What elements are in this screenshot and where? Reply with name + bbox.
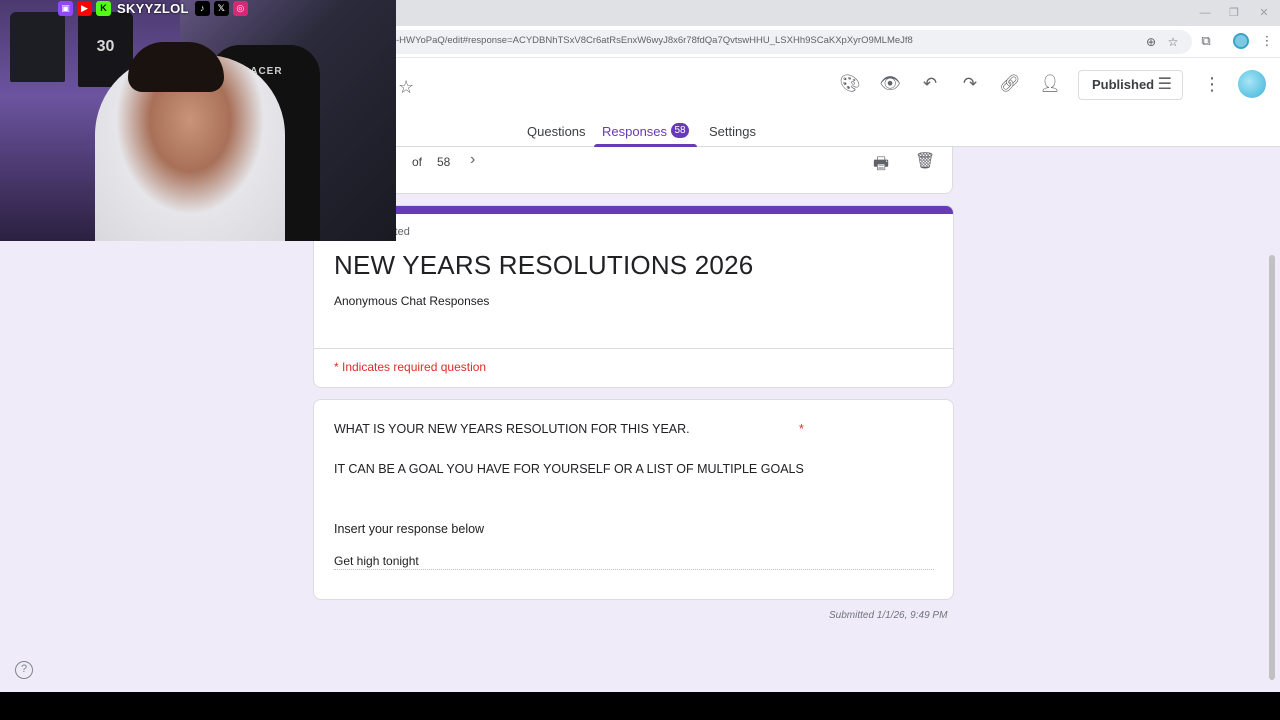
question-title: WHAT IS YOUR NEW YEARS RESOLUTION FOR TH… [334, 422, 690, 436]
x-icon: 𝕏 [213, 0, 229, 16]
form-title: NEW YEARS RESOLUTIONS 2026 [334, 250, 754, 280]
required-note: * Indicates required question [334, 360, 487, 374]
tune-icon: ☰ [1157, 76, 1172, 93]
divider [314, 348, 953, 349]
question-instruction: Insert your response below [334, 522, 485, 536]
scrollbar[interactable] [1269, 255, 1275, 680]
jersey-left [10, 12, 65, 82]
webcam-overlay: 30 S-RACER ▣ ▶ K SKYYZLOL ♪ 𝕏 ◎ [0, 0, 396, 241]
link-icon[interactable]: 🔗︎ [998, 72, 1022, 96]
answer-field: Get high tonight [334, 554, 934, 570]
instagram-icon: ◎ [232, 0, 248, 16]
published-button[interactable]: Published ☰ [1078, 70, 1183, 100]
title-accent-bar [314, 206, 953, 214]
url-text: -HWYoPaQ/edit#response=ACYDBNhTSxV8Cr6at… [396, 35, 913, 46]
tab-questions[interactable]: Questions [527, 124, 586, 139]
nav-total-count: 58 [437, 155, 451, 169]
question-card: WHAT IS YOUR NEW YEARS RESOLUTION FOR TH… [313, 399, 954, 600]
more-options-icon[interactable]: ⋮ [1203, 74, 1221, 95]
restore-icon[interactable]: ❐ [1224, 4, 1244, 22]
browser-menu-icon[interactable]: ⋮ [1257, 30, 1277, 52]
streamer-handle: SKYYZLOL [117, 0, 189, 16]
tab-settings[interactable]: Settings [709, 124, 756, 139]
responses-count-badge: 58 [671, 123, 689, 138]
submitted-timestamp: Submitted 1/1/26, 9:49 PM [829, 610, 948, 621]
preview-eye-icon[interactable]: 👁︎ [878, 72, 902, 96]
star-icon[interactable]: ☆ [398, 77, 414, 98]
youtube-icon: ▶ [77, 0, 92, 16]
undo-icon[interactable]: ↶ [918, 72, 942, 96]
kick-icon: K [96, 0, 111, 16]
form-description: Anonymous Chat Responses [334, 294, 490, 308]
tab-responses[interactable]: Responses [602, 124, 667, 139]
form-title-card: annot be edited NEW YEARS RESOLUTIONS 20… [313, 205, 954, 388]
close-icon[interactable]: ✕ [1254, 4, 1274, 22]
published-label: Published [1092, 77, 1155, 92]
print-icon[interactable]: 🖶 [873, 151, 889, 180]
add-collaborator-icon[interactable]: 👤︎ [1038, 72, 1062, 96]
chevron-right-icon[interactable]: › [470, 151, 475, 169]
required-asterisk: * [799, 422, 804, 436]
delete-icon[interactable]: 🗑︎ [915, 151, 935, 171]
minimize-icon[interactable]: — [1195, 4, 1215, 22]
avatar[interactable] [1238, 70, 1266, 98]
twitch-icon: ▣ [58, 0, 73, 16]
nav-of-label: of [412, 155, 423, 169]
bookmark-star-icon[interactable]: ☆ [1164, 33, 1182, 51]
question-subtitle: IT CAN BE A GOAL YOU HAVE FOR YOURSELF O… [334, 462, 804, 476]
bottom-black-bar [0, 692, 1280, 720]
browser-profile-icon[interactable] [1233, 33, 1249, 49]
help-icon[interactable]: ? [15, 661, 33, 679]
palette-icon[interactable]: 🎨︎ [838, 72, 862, 96]
tiktok-icon: ♪ [194, 0, 210, 16]
redo-icon[interactable]: ↷ [958, 72, 982, 96]
address-bar[interactable]: -HWYoPaQ/edit#response=ACYDBNhTSxV8Cr6at… [380, 30, 1192, 54]
zoom-icon[interactable]: ⊕ [1142, 33, 1160, 51]
social-handles: ▣ ▶ K SKYYZLOL ♪ 𝕏 ◎ [58, 0, 248, 16]
streamer-hair [128, 42, 224, 92]
extensions-icon[interactable]: ⧉ [1196, 30, 1216, 52]
response-navigation: of 58 › 🖶 🗑︎ [313, 147, 953, 194]
